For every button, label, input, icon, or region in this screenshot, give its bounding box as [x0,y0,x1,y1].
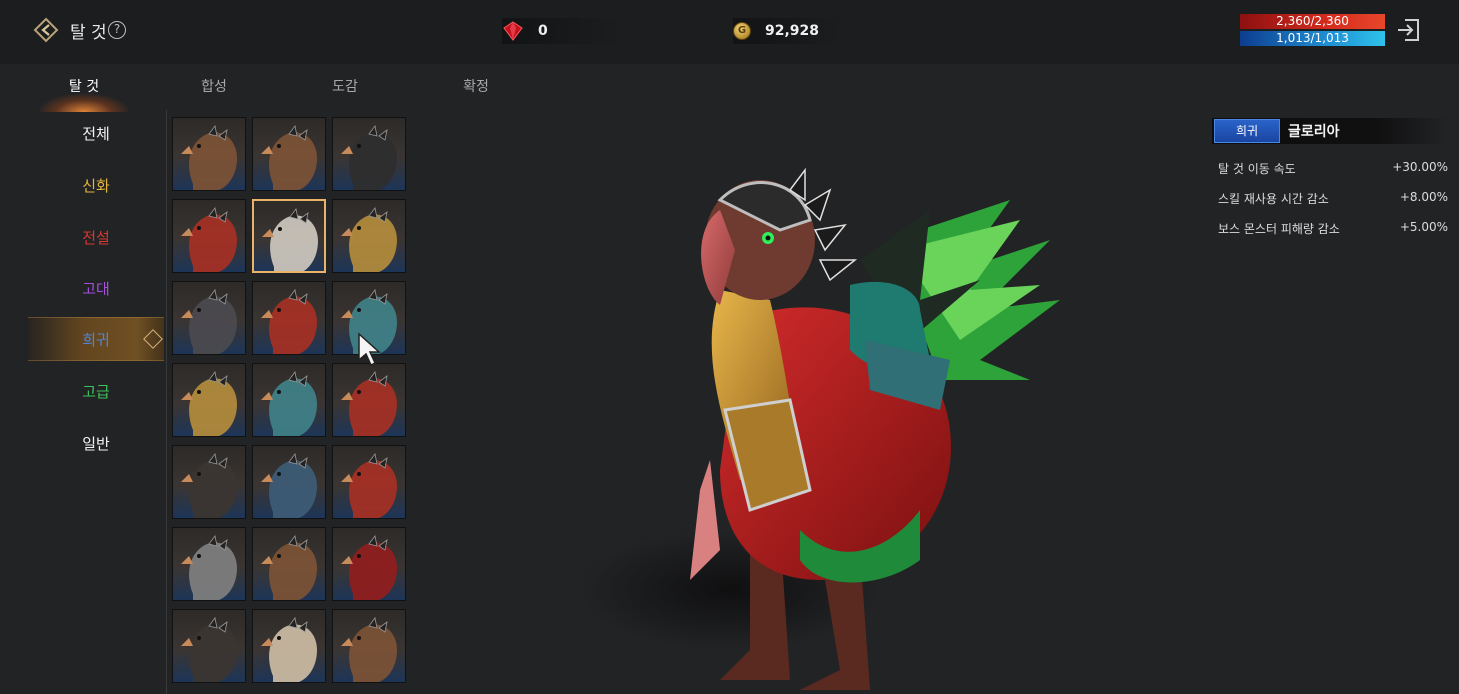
top-bar: 탈 것 ? 0 G 92,928 2,360/2,360 1,013/1,013 [0,0,1459,64]
cockatrice-red-icon [261,289,317,354]
mount-slot[interactable] [252,527,326,601]
gold-currency: G 92,928 [733,18,843,44]
stat-row: 스킬 재사용 시간 감소 +8.00% [1212,182,1448,212]
mount-slot[interactable] [252,199,326,273]
mount-slot[interactable] [252,445,326,519]
category-label: 전체 [82,125,110,143]
category-ancient[interactable]: 고대 [28,267,164,311]
mount-slot[interactable] [172,117,246,191]
mount-slot[interactable] [332,363,406,437]
hp-bar: 2,360/2,360 [1240,14,1385,29]
stat-row: 보스 몬스터 피해량 감소 +5.00% [1212,212,1448,242]
stat-value: +30.00% [1392,160,1448,174]
lion-red-icon [341,371,397,436]
mount-name: 글로리아 [1288,124,1340,140]
rarity-badge: 희귀 [1214,119,1280,143]
cockatrice-red-icon [181,207,237,272]
mount-slot[interactable] [332,609,406,683]
category-label: 고대 [82,280,110,298]
gem-currency: 0 [502,18,622,44]
cockatrice-teal-icon [261,371,317,436]
mount-slot[interactable] [172,199,246,273]
mount-slot[interactable] [252,609,326,683]
hellhound-black-icon [341,125,397,190]
stat-label: 탈 것 이동 속도 [1218,162,1296,176]
cockatrice-crimson-icon [341,535,397,600]
mount-name-row: 희귀 글로리아 [1212,118,1448,144]
stat-value: +5.00% [1399,220,1448,234]
wolf-blue-icon [261,453,317,518]
hellhound-grey-icon [181,535,237,600]
category-label: 희귀 [82,331,110,349]
back-arrow-icon[interactable] [32,16,60,44]
mount-slot[interactable] [252,117,326,191]
stat-label: 스킬 재사용 시간 감소 [1218,192,1329,206]
bear-dark-icon [181,617,237,682]
mount-slot[interactable] [332,445,406,519]
mount-slot[interactable] [252,281,326,355]
gold-count: 92,928 [765,23,820,39]
selected-marker-icon [143,329,163,349]
cockatrice-mount-illustration [580,167,1060,690]
category-label: 전설 [82,229,110,247]
gem-count: 0 [538,23,548,39]
mount-details-panel: 희귀 글로리아 탈 것 이동 속도 +30.00% 스킬 재사용 시간 감소 +… [1212,118,1448,242]
mount-slot[interactable] [172,445,246,519]
eagle-gold-icon [181,371,237,436]
mount-slot[interactable] [172,527,246,601]
hellhound-red-icon [341,453,397,518]
help-icon[interactable]: ? [108,21,126,39]
page-title: 탈 것 [70,23,107,43]
griffon-brown-icon [181,125,237,190]
mount-slot[interactable] [332,527,406,601]
mount-slot[interactable] [172,609,246,683]
hellhound-brown-icon [261,125,317,190]
mouse-cursor-icon [358,332,381,367]
mount-slot[interactable] [332,117,406,191]
stat-row: 탈 것 이동 속도 +30.00% [1212,152,1448,182]
ruby-icon [503,21,523,41]
tab-confirm[interactable]: 확정 [436,76,516,96]
stat-value: +8.00% [1399,190,1448,204]
category-rare[interactable]: 희귀 [28,317,164,361]
eagle-dark-icon [181,453,237,518]
hellhound-gold-icon [341,207,397,272]
lion-brown-icon [261,535,317,600]
wolf-armored-icon [181,289,237,354]
bear-pale-icon [261,617,317,682]
tab-bar: 탈 것 합성 도감 확정 [0,64,1459,112]
panel-divider [166,110,167,694]
mount-slot[interactable] [332,199,406,273]
stat-label: 보스 몬스터 피해량 감소 [1218,222,1340,236]
mount-slot[interactable] [172,363,246,437]
tab-synthesis[interactable]: 합성 [174,76,254,96]
category-all[interactable]: 전체 [28,112,164,156]
exit-icon[interactable] [1396,17,1422,43]
category-list: 전체 신화 전설 고대 희귀 고급 일반 [0,110,166,694]
gold-coin-icon: G [733,22,751,40]
griffon-brown-icon [341,617,397,682]
category-common[interactable]: 일반 [28,422,164,466]
bear-white-icon [262,208,318,271]
category-label: 신화 [82,177,110,195]
category-mythic[interactable]: 신화 [28,164,164,208]
tab-collection[interactable]: 도감 [305,76,385,96]
mount-slot[interactable] [252,363,326,437]
category-advanced[interactable]: 고급 [28,370,164,414]
mp-bar: 1,013/1,013 [1240,31,1385,46]
category-label: 일반 [82,435,110,453]
category-label: 고급 [82,383,110,401]
tab-mount[interactable]: 탈 것 [44,76,124,96]
mount-slot[interactable] [172,281,246,355]
mount-preview[interactable] [420,110,1200,694]
category-legendary[interactable]: 전설 [28,216,164,260]
